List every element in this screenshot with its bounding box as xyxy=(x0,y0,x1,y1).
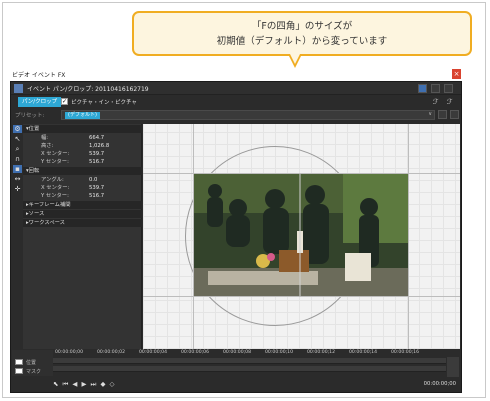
track-color-swatch xyxy=(15,368,23,374)
track-label-mask: マスク xyxy=(26,369,42,375)
preset-value: (デフォルト) xyxy=(65,112,100,119)
prop-value[interactable]: 516.7 xyxy=(89,192,104,200)
rotation-section[interactable]: ▾回転 xyxy=(23,167,142,175)
guide-line xyxy=(193,124,194,349)
tool-strip: ⚙ ↖ ⌕ ∩ ▪ ↔ ✛ xyxy=(12,124,23,349)
keyframe-timeline: 位置 マスク 00:00:00;00 00:00:00;02 00:00:00;… xyxy=(12,350,460,392)
lock-aspect-icon[interactable]: ▪ xyxy=(13,165,22,173)
callout-line-1: 「Fの四角」のサイズが xyxy=(251,21,353,32)
prop-value[interactable]: 516.7 xyxy=(89,158,104,166)
prop-x-center[interactable]: X センター: 539.7 xyxy=(23,150,142,158)
prop-width[interactable]: 幅: 664.7 xyxy=(23,134,142,142)
timeline-track[interactable] xyxy=(53,358,446,364)
prop-rot-x-center[interactable]: X センター: 539.7 xyxy=(23,184,142,192)
fx-tabs: パン/クロップ ✓ ピクチャ・イン・ピクチャ ∨ ℱ ℱ xyxy=(11,96,461,108)
chevron-down-icon[interactable]: ∨ xyxy=(127,98,131,104)
fx-chain-icon xyxy=(14,84,23,93)
prop-label: Y センター: xyxy=(41,193,69,199)
magnet-icon[interactable]: ∩ xyxy=(13,155,22,163)
pointer-icon[interactable]: ↖ xyxy=(13,135,22,143)
track-label-position: 位置 xyxy=(26,360,37,366)
prop-height[interactable]: 高さ: 1,026.8 xyxy=(23,142,142,150)
prop-angle[interactable]: アングル: 0.0 xyxy=(23,176,142,184)
tab-pan-crop[interactable]: パン/クロップ xyxy=(18,97,62,107)
layout-icon[interactable] xyxy=(431,84,440,93)
ruler-tick: 00:00:00;16 xyxy=(391,350,420,355)
source-section[interactable]: ▸ソース xyxy=(23,210,142,218)
fx-header-title: イベント パン/クロップ: 20110416162719 xyxy=(27,86,149,93)
prop-value[interactable]: 664.7 xyxy=(89,134,104,142)
timeline-track-labels: 位置 マスク xyxy=(12,350,53,376)
settings-gear-icon[interactable]: ⚙ xyxy=(13,125,22,133)
window-title: ビデオ イベント FX xyxy=(12,72,66,79)
ruler-tick: 00:00:00;04 xyxy=(139,350,168,355)
track-color-swatch xyxy=(15,359,23,365)
ruler-tick: 00:00:00;00 xyxy=(55,350,84,355)
workspace-section[interactable]: ▸ワークスペース xyxy=(23,219,142,227)
guide-line xyxy=(143,296,460,297)
prop-label: X センター: xyxy=(41,151,70,157)
preset-row: プリセット: (デフォルト) ∨ xyxy=(11,109,461,121)
callout-line-2: 初期値（デフォルト）から変っています xyxy=(216,36,388,47)
prop-rot-y-center[interactable]: Y センター: 516.7 xyxy=(23,192,142,200)
pan-crop-viewport[interactable] xyxy=(143,124,460,349)
prop-y-center[interactable]: Y センター: 516.7 xyxy=(23,158,142,166)
timeline-scrollbar[interactable] xyxy=(447,357,459,377)
keyframe-section[interactable]: ▸キーフレーム補間 xyxy=(23,201,142,209)
prop-value[interactable]: 539.7 xyxy=(89,150,104,158)
annotation-callout: 「Fの四角」のサイズが 初期値（デフォルト）から変っています xyxy=(132,11,472,56)
save-preset-icon[interactable] xyxy=(438,110,447,119)
ruler-tick: 00:00:00;06 xyxy=(181,350,210,355)
prop-label: 高さ: xyxy=(41,143,54,149)
properties-panel: ▾位置 幅: 664.7 高さ: 1,026.8 X センター: 539.7 Y セン… xyxy=(23,124,142,349)
close-button[interactable]: × xyxy=(452,69,461,79)
ruler-tick: 00:00:00;08 xyxy=(223,350,252,355)
ruler-tick: 00:00:00;12 xyxy=(307,350,336,355)
guide-line xyxy=(408,124,409,349)
prop-value[interactable]: 1,026.8 xyxy=(89,142,109,150)
timeline-ruler[interactable]: 00:00:00;00 00:00:00;02 00:00:00;04 00:0… xyxy=(53,350,446,357)
split-view-icon[interactable] xyxy=(418,84,427,93)
position-section[interactable]: ▾位置 xyxy=(23,125,142,133)
callout-tail-inner xyxy=(290,54,300,64)
prop-label: Y センター: xyxy=(41,159,69,165)
remove-fx-icon[interactable]: ℱ xyxy=(447,98,453,106)
timeline-track[interactable] xyxy=(53,366,446,372)
preset-dropdown[interactable]: (デフォルト) ∨ xyxy=(61,110,435,120)
ruler-tick: 00:00:00;02 xyxy=(97,350,126,355)
chevron-down-icon: ∨ xyxy=(428,111,432,117)
prop-label: X センター: xyxy=(41,185,70,191)
video-frame-preview xyxy=(193,173,408,296)
ruler-tick: 00:00:00;14 xyxy=(349,350,378,355)
prop-label: 幅: xyxy=(41,135,49,141)
zoom-icon[interactable]: ⌕ xyxy=(13,145,22,153)
guide-line xyxy=(143,173,460,174)
keyframe-controls[interactable]: ⬉ ⏮ ◀ ▶ ⏭ ◆ ◇ xyxy=(53,380,116,389)
expand-icon[interactable] xyxy=(444,84,453,93)
prop-label: アングル: xyxy=(41,177,64,183)
pip-checkbox[interactable]: ✓ xyxy=(61,98,68,105)
ruler-tick: 00:00:00;10 xyxy=(265,350,294,355)
move-freely-icon[interactable]: ✛ xyxy=(13,185,22,193)
window-titlebar: ビデオ イベント FX × xyxy=(10,69,462,81)
prop-value[interactable]: 539.7 xyxy=(89,184,104,192)
delete-preset-icon[interactable] xyxy=(450,110,459,119)
preview-image xyxy=(193,173,408,296)
fx-header: イベント パン/クロップ: 20110416162719 xyxy=(11,82,461,95)
move-x-icon[interactable]: ↔ xyxy=(13,175,22,183)
prop-value[interactable]: 0.0 xyxy=(89,176,97,184)
video-event-fx-window: イベント パン/クロップ: 20110416162719 パン/クロップ ✓ ピ… xyxy=(10,81,462,393)
preset-label: プリセット: xyxy=(15,113,45,119)
fx-plugin-icon[interactable]: ℱ xyxy=(433,98,439,106)
current-time-readout: 00:00:00;00 xyxy=(423,381,456,387)
